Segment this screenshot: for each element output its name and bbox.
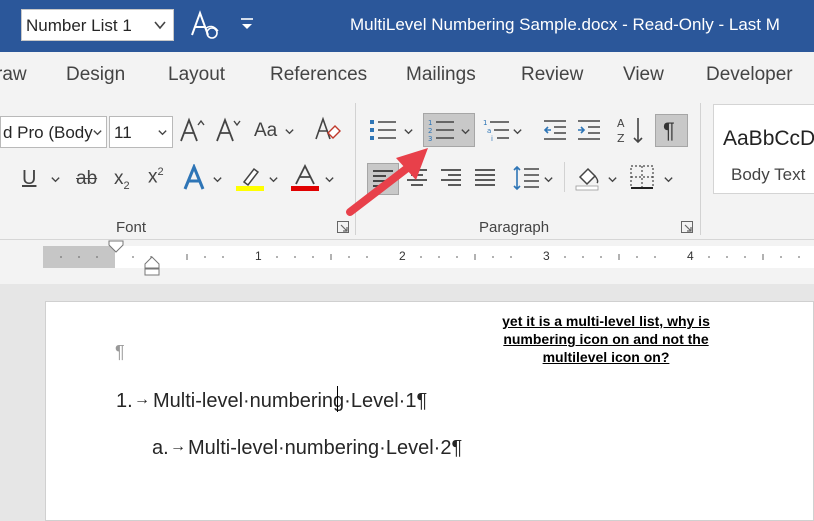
tab-draw[interactable]: raw [0, 64, 27, 86]
font-group-label: Font [116, 219, 147, 236]
paragraph-group-label: Paragraph [479, 219, 550, 236]
svg-text:a: a [487, 127, 491, 135]
ribbon-tabs: raw Design Layout References Mailings Re… [0, 52, 814, 100]
tab-developer[interactable]: Developer [706, 64, 793, 86]
annotation-note: yet it is a multi-level list, why is num… [470, 312, 742, 366]
highlight-color-icon[interactable] [236, 164, 264, 192]
list-level2-letter: a. [152, 437, 169, 459]
chevron-down-icon[interactable] [284, 126, 295, 137]
tab-review[interactable]: Review [521, 64, 583, 86]
tab-arrow: → [170, 438, 186, 455]
font-name-value: d Pro (Body [3, 123, 93, 142]
style-body-text[interactable]: AaBbCcD Body Text [713, 104, 814, 194]
ruler-number: 2 [399, 249, 406, 263]
svg-text:i: i [491, 135, 493, 143]
ruler-number: 4 [687, 249, 694, 263]
chevron-down-icon[interactable] [512, 126, 523, 137]
chevron-down-icon[interactable] [663, 174, 674, 185]
shading-icon[interactable] [574, 163, 602, 191]
customize-toolbar-icon[interactable] [237, 14, 257, 34]
list-level1-number: 1. [116, 390, 133, 412]
group-separator [564, 162, 565, 192]
tab-view[interactable]: View [623, 64, 664, 86]
tab-mailings[interactable]: Mailings [406, 64, 476, 86]
text-cursor [337, 386, 338, 412]
red-arrow-annotation [346, 148, 428, 216]
tab-references[interactable]: References [270, 64, 367, 86]
annotation-line: multilevel icon on? [542, 349, 670, 365]
decrease-indent-icon[interactable] [542, 118, 568, 142]
borders-icon[interactable] [629, 164, 655, 190]
font-name-box[interactable]: d Pro (Body [0, 116, 107, 148]
svg-text:1: 1 [428, 119, 432, 127]
first-line-indent-marker[interactable] [108, 240, 124, 254]
shrink-font-icon[interactable] [214, 116, 242, 144]
chevron-down-icon[interactable] [153, 18, 167, 32]
chevron-down-icon[interactable] [212, 174, 223, 185]
annotation-line: yet it is a multi-level list, why is [502, 313, 710, 329]
change-case-button[interactable]: Aa [254, 120, 277, 142]
svg-text:Z: Z [617, 132, 625, 145]
style-selector[interactable]: Number List 1 [21, 9, 174, 41]
style-name: Body Text [731, 165, 806, 184]
font-size-value: 11 [114, 123, 132, 142]
line-spacing-icon[interactable] [512, 165, 540, 191]
sort-icon[interactable]: A Z [616, 115, 646, 145]
group-separator [700, 103, 701, 235]
text-effects-icon[interactable] [182, 164, 210, 192]
tab-design[interactable]: Design [66, 64, 125, 86]
document-title: MultiLevel Numbering Sample.docx - Read-… [350, 15, 780, 34]
list-level2-text[interactable]: Multi-level·numbering·Level·2¶ [188, 437, 462, 460]
chevron-down-icon[interactable] [50, 174, 61, 185]
tab-arrow: → [134, 391, 150, 408]
empty-paragraph-mark: ¶ [115, 342, 125, 362]
superscript-button[interactable]: x2 [148, 166, 164, 188]
ruler-number: 3 [543, 249, 550, 263]
style-selector-value: Number List 1 [26, 16, 132, 35]
chevron-down-icon[interactable] [403, 126, 414, 137]
font-color-icon[interactable] [291, 164, 319, 192]
increase-indent-icon[interactable] [576, 118, 602, 142]
pilcrow-icon: ¶ [663, 118, 675, 143]
ruler-number: 1 [255, 249, 262, 263]
font-size-box[interactable]: 11 [109, 116, 173, 148]
subscript-button[interactable]: x2 [114, 168, 130, 192]
chevron-down-icon[interactable] [460, 126, 471, 137]
hanging-indent-marker[interactable] [144, 256, 160, 276]
svg-text:2: 2 [428, 127, 432, 135]
multilevel-list-icon[interactable]: 1 a i [482, 117, 510, 143]
chevron-down-icon[interactable] [324, 174, 335, 185]
annotation-line: numbering icon on and not the [503, 331, 709, 347]
list-level1-text[interactable]: Multi-level·numbering·Level·1¶ [153, 390, 427, 413]
chevron-down-icon[interactable] [92, 127, 103, 138]
svg-text:A: A [617, 117, 625, 130]
align-right-icon[interactable] [440, 168, 462, 188]
show-formatting-button[interactable]: ¶ [655, 114, 688, 147]
chevron-down-icon[interactable] [543, 174, 554, 185]
style-preview: AaBbCcD [723, 127, 814, 150]
paragraph-dialog-launcher-icon[interactable] [681, 221, 693, 233]
text-format-icon[interactable] [188, 9, 220, 41]
font-dialog-launcher-icon[interactable] [337, 221, 349, 233]
justify-icon[interactable] [474, 168, 496, 188]
ruler-area: 1 2 3 4 [0, 240, 814, 284]
svg-text:1: 1 [483, 119, 487, 127]
strikethrough-button[interactable]: ab [76, 168, 97, 190]
chevron-down-icon[interactable] [157, 127, 168, 138]
grow-font-icon[interactable] [178, 116, 206, 144]
chevron-down-icon[interactable] [268, 174, 279, 185]
underline-button[interactable]: U [22, 167, 36, 190]
title-bar: Number List 1 MultiLevel Numbering Sampl… [0, 0, 814, 52]
chevron-down-icon[interactable] [607, 174, 618, 185]
clear-formatting-icon[interactable] [313, 115, 341, 143]
tab-layout[interactable]: Layout [168, 64, 225, 86]
